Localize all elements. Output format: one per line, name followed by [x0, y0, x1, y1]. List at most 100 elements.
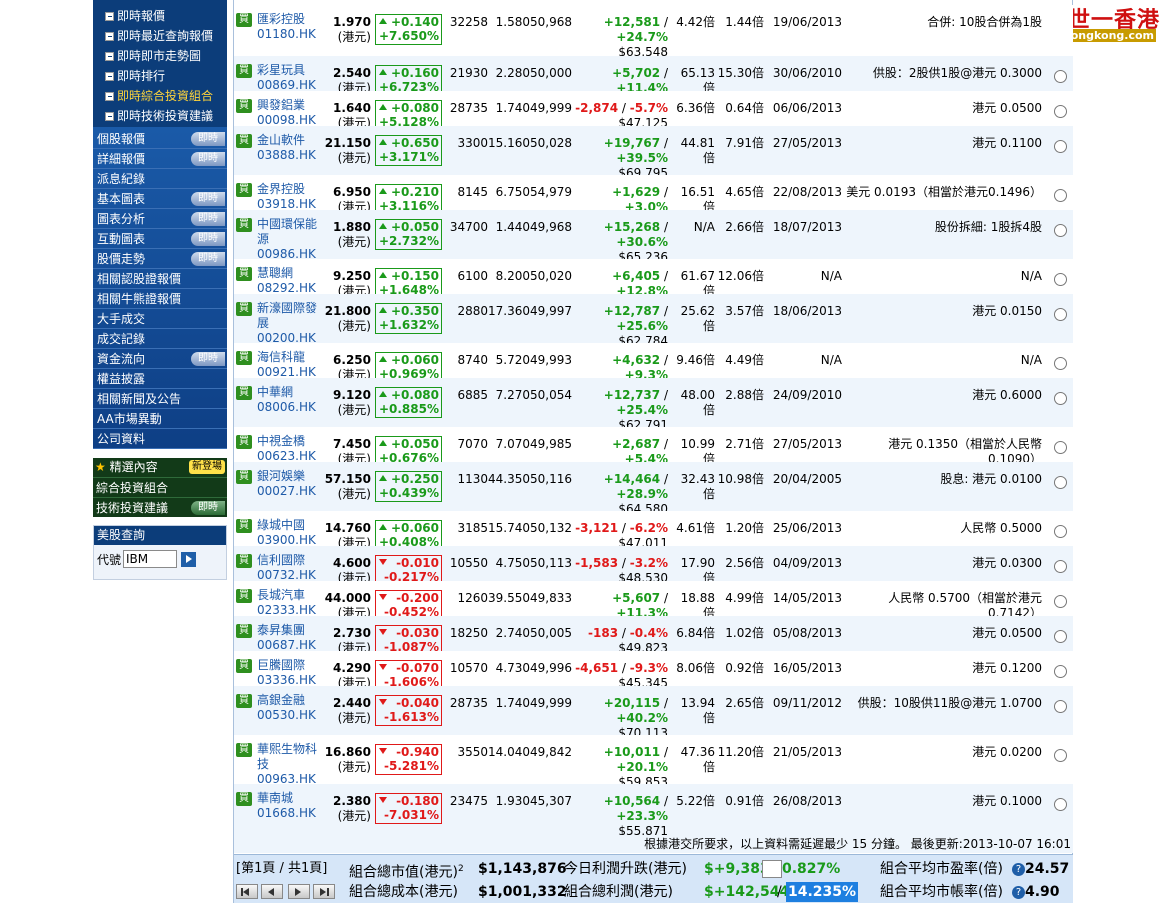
menu-item[interactable]: 權益披露: [93, 369, 227, 389]
stock-name-link[interactable]: 中國環保能源 00986.HK: [257, 217, 323, 262]
select-radio[interactable]: [1054, 357, 1067, 370]
select-radio[interactable]: [1054, 105, 1067, 118]
featured-technical-link[interactable]: 技術投資建議 即時: [93, 497, 227, 517]
prev-page-button[interactable]: [261, 884, 283, 899]
holding-qty: 8740: [457, 353, 488, 367]
avg-cost: 2.740: [495, 626, 530, 640]
buy-button[interactable]: 買: [236, 435, 252, 449]
select-radio[interactable]: [1054, 749, 1067, 762]
select-radio[interactable]: [1054, 476, 1067, 489]
buy-button[interactable]: 買: [236, 302, 252, 316]
select-radio[interactable]: [1054, 308, 1067, 321]
help-icon[interactable]: ?: [1012, 863, 1025, 876]
menu-item[interactable]: 資金流向 即時: [93, 349, 227, 369]
submenu-item[interactable]: 即時即市走勢圖: [105, 46, 227, 66]
select-radio[interactable]: [1054, 700, 1067, 713]
stock-name-link[interactable]: 中華網 08006.HK: [257, 385, 323, 415]
menu-item[interactable]: 個股報價 即時: [93, 129, 227, 149]
delay-footnote: 根據港交所要求，以上資料需延遲最少 15 分鐘。 最後更新:2013-10-07…: [234, 835, 1073, 853]
stock-name-link[interactable]: 綠城中國 03900.HK: [257, 518, 323, 548]
menu-item[interactable]: 成交記錄: [93, 329, 227, 349]
cost-value: 49,996: [530, 661, 572, 675]
buy-button[interactable]: 買: [236, 589, 252, 603]
stock-name: 長城汽車: [257, 588, 306, 602]
first-page-button[interactable]: [236, 884, 258, 899]
stock-name-link[interactable]: 長城汽車 02333.HK: [257, 588, 323, 618]
select-radio[interactable]: [1054, 140, 1067, 153]
buy-button[interactable]: 買: [236, 470, 252, 484]
chart-icon[interactable]: [762, 860, 782, 878]
select-radio[interactable]: [1054, 630, 1067, 643]
select-radio[interactable]: [1054, 70, 1067, 83]
buy-button[interactable]: 買: [236, 134, 252, 148]
stock-name-link[interactable]: 彩星玩具 00869.HK: [257, 63, 323, 93]
submenu-item[interactable]: 即時綜合投資組合: [105, 86, 227, 106]
buy-button[interactable]: 買: [236, 386, 252, 400]
buy-button[interactable]: 買: [236, 792, 252, 806]
buy-button[interactable]: 買: [236, 659, 252, 673]
select-radio[interactable]: [1054, 441, 1067, 454]
menu-item[interactable]: 股價走勢 即時: [93, 249, 227, 269]
select-radio[interactable]: [1054, 560, 1067, 573]
stock-code: 02333.HK: [257, 603, 316, 617]
submenu-item[interactable]: 即時報價: [105, 6, 227, 26]
buy-button[interactable]: 買: [236, 99, 252, 113]
help-icon[interactable]: ?: [1012, 886, 1025, 899]
stock-name-link[interactable]: 海信科龍 00921.HK: [257, 350, 323, 380]
select-radio[interactable]: [1054, 665, 1067, 678]
select-radio[interactable]: [1054, 392, 1067, 405]
buy-button[interactable]: 買: [236, 183, 252, 197]
select-radio[interactable]: [1054, 798, 1067, 811]
stock-name-link[interactable]: 高銀金融 00530.HK: [257, 693, 323, 723]
stock-name-link[interactable]: 巨騰國際 03336.HK: [257, 658, 323, 688]
select-radio[interactable]: [1054, 273, 1067, 286]
buy-button[interactable]: 買: [236, 64, 252, 78]
stock-name-link[interactable]: 銀河娛樂 00027.HK: [257, 469, 323, 499]
select-radio[interactable]: [1054, 525, 1067, 538]
featured-portfolio-link[interactable]: 綜合投資組合: [93, 477, 227, 497]
stock-name-link[interactable]: 華南城 01668.HK: [257, 791, 323, 821]
stock-name-link[interactable]: 興發鋁業 00098.HK: [257, 98, 323, 128]
buy-button[interactable]: 買: [236, 13, 252, 27]
buy-button[interactable]: 買: [236, 267, 252, 281]
menu-item[interactable]: 相關牛熊證報價: [93, 289, 227, 309]
menu-item[interactable]: 大手成交: [93, 309, 227, 329]
select-radio[interactable]: [1054, 189, 1067, 202]
stock-name-link[interactable]: 中視金橋 00623.HK: [257, 434, 323, 464]
stock-name-link[interactable]: 匯彩控股 01180.HK: [257, 12, 323, 42]
buy-button[interactable]: 買: [236, 694, 252, 708]
buy-button[interactable]: 買: [236, 218, 252, 232]
buy-button[interactable]: 買: [236, 351, 252, 365]
menu-item[interactable]: 基本圖表 即時: [93, 189, 227, 209]
dividend-note: 供股：2股供1股@港元 0.3000: [872, 66, 1042, 80]
menu-item[interactable]: 公司資料: [93, 429, 227, 449]
menu-item[interactable]: AA市場異動: [93, 409, 227, 429]
go-arrow-icon[interactable]: [181, 551, 197, 567]
submenu-item[interactable]: 即時技術投資建議: [105, 106, 227, 126]
menu-item[interactable]: 圖表分析 即時: [93, 209, 227, 229]
select-radio[interactable]: [1054, 595, 1067, 608]
menu-item[interactable]: 相關新聞及公告: [93, 389, 227, 409]
stock-name-link[interactable]: 泰昇集團 00687.HK: [257, 623, 323, 653]
buy-button[interactable]: 買: [236, 519, 252, 533]
select-radio[interactable]: [1054, 224, 1067, 237]
stock-name-link[interactable]: 華熙生物科技 00963.HK: [257, 742, 323, 787]
pb-ratio: 2.71倍: [725, 437, 764, 451]
menu-item[interactable]: 互動圖表 即時: [93, 229, 227, 249]
stock-name-link[interactable]: 慧聰網 08292.HK: [257, 266, 323, 296]
submenu-item[interactable]: 即時最近查詢報價: [105, 26, 227, 46]
stock-name-link[interactable]: 新濠國際發展 00200.HK: [257, 301, 323, 346]
submenu-item[interactable]: 即時排行: [105, 66, 227, 86]
buy-button[interactable]: 買: [236, 554, 252, 568]
last-page-button[interactable]: [313, 884, 335, 899]
menu-item[interactable]: 派息紀錄: [93, 169, 227, 189]
stock-name-link[interactable]: 金界控股 03918.HK: [257, 182, 323, 212]
us-symbol-input[interactable]: [123, 550, 178, 568]
buy-button[interactable]: 買: [236, 624, 252, 638]
stock-name-link[interactable]: 信利國際 00732.HK: [257, 553, 323, 583]
menu-item[interactable]: 詳細報價 即時: [93, 149, 227, 169]
stock-name-link[interactable]: 金山軟件 03888.HK: [257, 133, 323, 163]
next-page-button[interactable]: [288, 884, 310, 899]
menu-item[interactable]: 相關認股證報價: [93, 269, 227, 289]
buy-button[interactable]: 買: [236, 743, 252, 757]
